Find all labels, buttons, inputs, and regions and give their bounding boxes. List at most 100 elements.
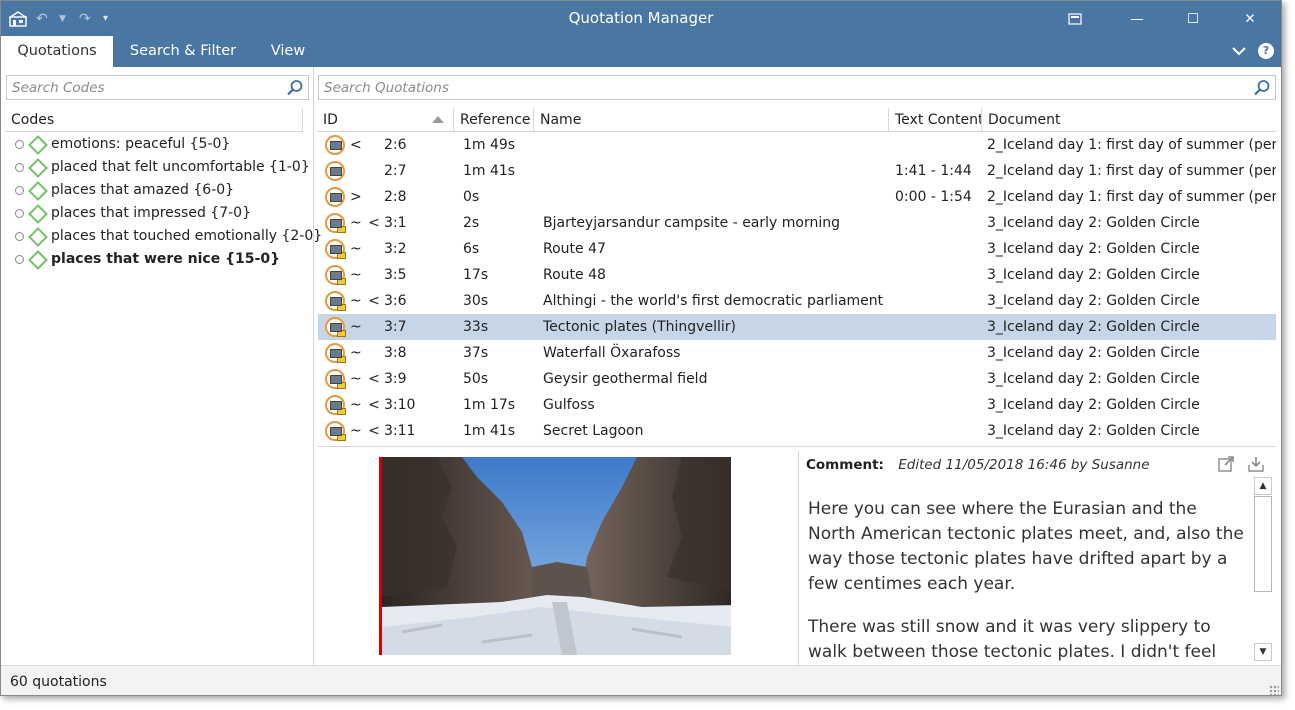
column-header-name[interactable]: Name xyxy=(535,108,889,132)
video-quotation-icon xyxy=(325,343,346,363)
panel-divider[interactable] xyxy=(318,446,1276,447)
quotation-text-content xyxy=(895,314,985,340)
table-row[interactable]: ~ 3:8 37s Waterfall Öxarafoss 3_Iceland … xyxy=(318,340,1276,366)
code-item[interactable]: places that impressed {7-0} xyxy=(15,202,310,225)
column-header-id[interactable]: ID xyxy=(318,108,454,132)
column-header-text-content[interactable]: Text Content xyxy=(890,108,982,132)
video-quotation-icon xyxy=(325,265,346,285)
quotations-search-input[interactable] xyxy=(319,76,1275,99)
open-external-icon[interactable] xyxy=(1217,455,1235,473)
quotation-id: 2:6 xyxy=(384,137,407,153)
close-button[interactable]: ✕ xyxy=(1230,1,1270,36)
resize-grip-icon[interactable] xyxy=(1269,685,1279,695)
quotation-link-mark xyxy=(350,158,384,184)
quotations-table-body: < 2:6 1m 49s 2_Iceland day 1: first day … xyxy=(318,132,1276,444)
quotation-count: 60 quotations xyxy=(10,674,107,690)
quotation-name xyxy=(543,132,888,158)
comment-panel: Comment: Edited 11/05/2018 16:46 by Susa… xyxy=(798,451,1278,665)
expand-circle-icon[interactable] xyxy=(15,255,24,264)
quotation-document: 3_Iceland day 2: Golden Circle xyxy=(987,319,1200,335)
quotation-preview-image[interactable] xyxy=(379,457,731,655)
ribbon-tabs: Quotations Search & Filter View ? xyxy=(1,36,1281,67)
quotation-link-mark: ~ xyxy=(350,319,363,335)
tab-view[interactable]: View xyxy=(259,36,317,67)
code-diamond-icon xyxy=(28,157,48,178)
quotation-name: Route 48 xyxy=(543,267,606,283)
table-row[interactable]: 2:7 1m 41s 1:41 - 1:44 2_Iceland day 1: … xyxy=(318,158,1276,184)
video-quotation-icon xyxy=(325,135,345,155)
save-icon[interactable] xyxy=(1247,455,1265,473)
table-row[interactable]: ~ 3:5 17s Route 48 3_Iceland day 2: Gold… xyxy=(318,262,1276,288)
comment-badge-icon xyxy=(337,408,346,415)
video-quotation-icon xyxy=(325,213,346,233)
quotation-link-mark: ~ < xyxy=(350,423,381,439)
scroll-up-button[interactable]: ▲ xyxy=(1254,477,1272,495)
search-icon[interactable] xyxy=(1253,79,1271,97)
title-bar: ↶ ▼ ↷ ▾ Quotation Manager — ☐ ✕ xyxy=(1,1,1281,36)
expand-circle-icon[interactable] xyxy=(15,232,24,241)
video-quotation-icon xyxy=(325,291,346,311)
code-diamond-icon xyxy=(28,249,48,270)
canyon-photo xyxy=(382,457,731,655)
quotation-link-mark: ~ xyxy=(350,241,363,257)
table-row[interactable]: ~ 3:2 6s Route 47 3_Iceland day 2: Golde… xyxy=(318,236,1276,262)
quotation-reference: 2s xyxy=(463,215,480,231)
code-item[interactable]: emotions: peaceful {5-0} xyxy=(15,133,310,156)
code-label: places that touched emotionally {2-0} xyxy=(51,228,323,244)
column-header-reference[interactable]: Reference xyxy=(455,108,534,132)
quotation-id: 3:8 xyxy=(384,345,407,361)
help-icon[interactable]: ? xyxy=(1258,43,1274,59)
table-row[interactable]: ~ < 3:1 2s Bjarteyjarsandur campsite - e… xyxy=(318,210,1276,236)
quotation-text-content xyxy=(895,340,985,366)
tab-quotations[interactable]: Quotations xyxy=(1,36,113,67)
code-item[interactable]: places that were nice {15-0} xyxy=(15,248,310,271)
expand-circle-icon[interactable] xyxy=(15,186,24,195)
quotation-name: Tectonic plates (Thingvellir) xyxy=(543,319,736,335)
quotation-text-content: 0:00 - 1:54 xyxy=(895,189,972,205)
comment-scrollbar[interactable]: ▲ ▼ xyxy=(1253,477,1273,663)
comment-text[interactable]: Here you can see where the Eurasian and … xyxy=(808,497,1248,661)
codes-search-box xyxy=(6,75,309,100)
table-row[interactable]: ~ < 3:10 1m 17s Gulfoss 3_Iceland day 2:… xyxy=(318,392,1276,418)
comment-badge-icon xyxy=(337,278,346,285)
restore-layout-icon[interactable] xyxy=(1055,1,1095,36)
collapse-ribbon-icon[interactable] xyxy=(1229,40,1249,62)
table-row[interactable]: < 2:6 1m 49s 2_Iceland day 1: first day … xyxy=(318,132,1276,158)
quotation-id: 3:11 xyxy=(384,423,416,439)
table-row[interactable]: ~ < 3:6 30s Althingi - the world's first… xyxy=(318,288,1276,314)
code-item[interactable]: places that touched emotionally {2-0} xyxy=(15,225,322,248)
codes-panel: Codes emotions: peaceful {5-0} placed th… xyxy=(1,67,322,665)
table-row[interactable]: > 2:8 0s 0:00 - 1:54 2_Iceland day 1: fi… xyxy=(318,184,1276,210)
quotation-name: Althingi - the world's first democratic … xyxy=(543,293,884,309)
quotation-text-content xyxy=(895,392,985,418)
minimize-button[interactable]: — xyxy=(1117,1,1157,36)
tab-search-filter[interactable]: Search & Filter xyxy=(123,36,243,67)
expand-circle-icon[interactable] xyxy=(15,163,24,172)
quotation-text-content: 1:41 - 1:44 xyxy=(895,163,972,179)
quotations-panel: ID Reference Name Text Content Document … xyxy=(315,67,1281,665)
scroll-thumb[interactable] xyxy=(1254,496,1272,592)
scroll-down-button[interactable]: ▼ xyxy=(1254,643,1272,661)
search-icon[interactable] xyxy=(286,79,304,97)
expand-circle-icon[interactable] xyxy=(15,140,24,149)
video-quotation-icon xyxy=(325,421,346,441)
expand-circle-icon[interactable] xyxy=(15,209,24,218)
maximize-button[interactable]: ☐ xyxy=(1173,1,1213,36)
quotation-link-mark: < xyxy=(350,137,363,153)
quotation-link-mark: ~ < xyxy=(350,397,381,413)
quotation-reference: 50s xyxy=(463,371,489,387)
codes-search-input[interactable] xyxy=(7,76,308,99)
quotation-id: 2:7 xyxy=(384,163,407,179)
codes-column-header[interactable]: Codes xyxy=(6,108,303,132)
table-row[interactable]: ~ < 3:9 50s Geysir geothermal field 3_Ic… xyxy=(318,366,1276,392)
quotation-link-mark: ~ xyxy=(350,267,363,283)
column-header-document[interactable]: Document xyxy=(983,108,1276,132)
quotation-id: 3:1 xyxy=(384,215,407,231)
code-item[interactable]: places that amazed {6-0} xyxy=(15,179,310,202)
code-item[interactable]: placed that felt uncomfortable {1-0} xyxy=(15,156,310,179)
quotation-document: 3_Iceland day 2: Golden Circle xyxy=(987,293,1200,309)
quotations-table-header: ID Reference Name Text Content Document xyxy=(318,108,1276,132)
table-row[interactable]: ~ < 3:11 1m 41s Secret Lagoon 3_Iceland … xyxy=(318,418,1276,444)
code-label: places that amazed {6-0} xyxy=(51,182,235,198)
table-row-selected[interactable]: ~ 3:7 33s Tectonic plates (Thingvellir) … xyxy=(318,314,1276,340)
